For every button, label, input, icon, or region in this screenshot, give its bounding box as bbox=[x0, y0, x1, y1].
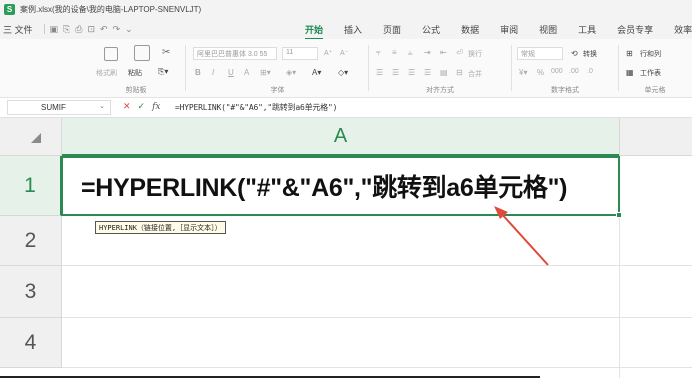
annotation-arrow-icon bbox=[494, 206, 549, 266]
arrow-shaft bbox=[499, 211, 549, 266]
